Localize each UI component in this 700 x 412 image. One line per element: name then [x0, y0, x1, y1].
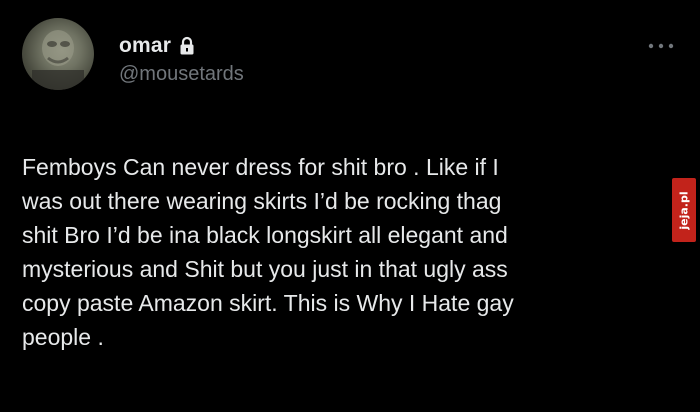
watermark-text: jeja.pl — [677, 190, 691, 230]
more-options-icon[interactable] — [646, 38, 676, 49]
display-name[interactable]: omar — [119, 34, 171, 58]
user-info: omar @mousetards — [119, 33, 244, 86]
user-handle[interactable]: @mousetards — [119, 63, 244, 86]
watermark-badge: jeja.pl — [672, 178, 696, 242]
tweet-text: Femboys Can never dress for shit bro . L… — [22, 154, 514, 350]
avatar-image — [32, 30, 84, 90]
lock-icon — [179, 36, 195, 56]
avatar[interactable] — [22, 18, 94, 90]
tweet-card: omar @mousetards Femboys Can never dress… — [0, 0, 700, 412]
